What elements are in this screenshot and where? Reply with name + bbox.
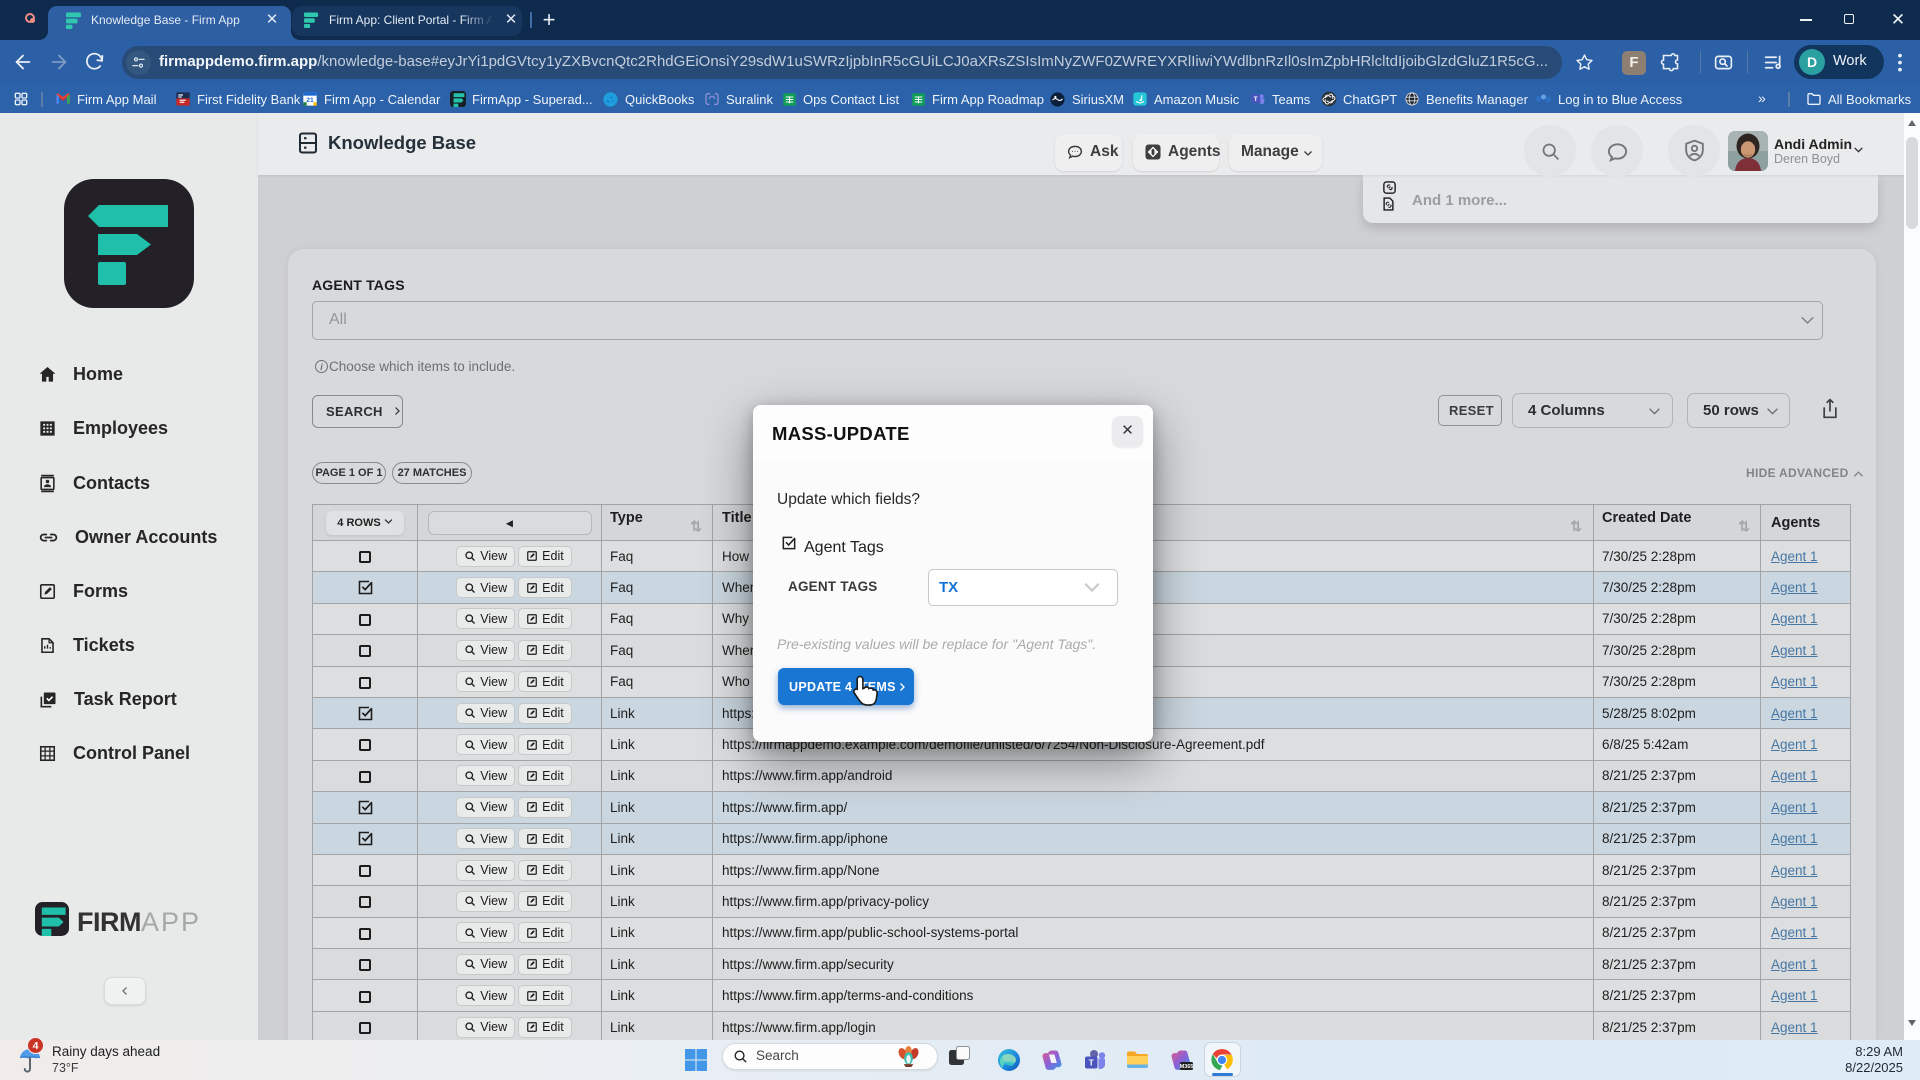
svg-text:T: T — [1254, 96, 1258, 103]
svg-text:T: T — [1089, 1058, 1095, 1068]
svg-text:21: 21 — [306, 97, 314, 104]
svg-text:M365: M365 — [1180, 1064, 1193, 1070]
